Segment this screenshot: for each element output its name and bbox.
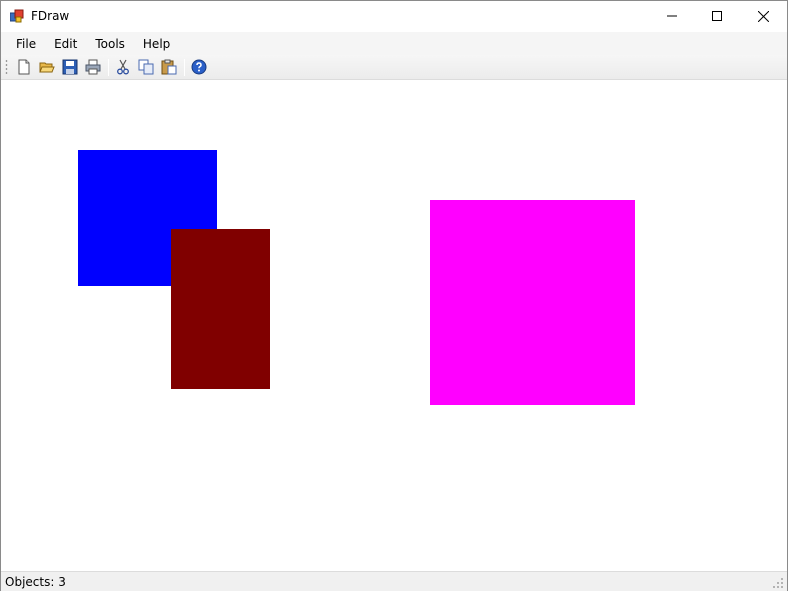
minimize-button[interactable]: [649, 1, 695, 31]
minimize-icon: [667, 15, 677, 17]
app-icon: [9, 9, 24, 23]
menu-tools[interactable]: Tools: [88, 34, 132, 54]
maximize-button[interactable]: [694, 1, 740, 31]
paste-button[interactable]: [158, 56, 180, 78]
status-bar: Objects: 3: [1, 571, 787, 591]
menu-help[interactable]: Help: [136, 34, 177, 54]
menu-edit[interactable]: Edit: [47, 34, 84, 54]
cut-button[interactable]: [112, 56, 134, 78]
maximize-icon: [712, 11, 722, 21]
new-button[interactable]: [13, 56, 35, 78]
app-window: FDraw File Edit Tools Help Objects: 3: [0, 0, 788, 591]
save-icon: [62, 59, 78, 75]
help-button[interactable]: [188, 56, 210, 78]
resize-grip-icon[interactable]: [773, 578, 784, 589]
drawing-canvas[interactable]: [1, 81, 787, 571]
close-button[interactable]: [740, 1, 786, 31]
copy-icon: [138, 59, 154, 75]
print-button[interactable]: [82, 56, 104, 78]
toolbar: [1, 55, 787, 80]
magenta-rectangle[interactable]: [430, 200, 635, 405]
close-icon: [757, 10, 769, 22]
menu-file[interactable]: File: [9, 34, 43, 54]
toolbar-separator: [108, 58, 109, 76]
maroon-rectangle[interactable]: [171, 229, 270, 389]
objects-count-label: Objects: 3: [5, 574, 66, 589]
menu-bar: File Edit Tools Help: [1, 32, 787, 55]
print-icon: [85, 59, 101, 75]
title-bar[interactable]: FDraw: [1, 1, 787, 32]
cut-icon: [117, 59, 129, 75]
toolbar-grip[interactable]: [5, 58, 8, 76]
save-button[interactable]: [59, 56, 81, 78]
toolbar-separator: [184, 58, 185, 76]
copy-button[interactable]: [135, 56, 157, 78]
window-title: FDraw: [31, 9, 70, 23]
help-icon: [191, 59, 207, 75]
open-button[interactable]: [36, 56, 58, 78]
new-document-icon: [18, 59, 30, 75]
open-folder-icon: [39, 62, 55, 73]
paste-icon: [161, 59, 177, 75]
